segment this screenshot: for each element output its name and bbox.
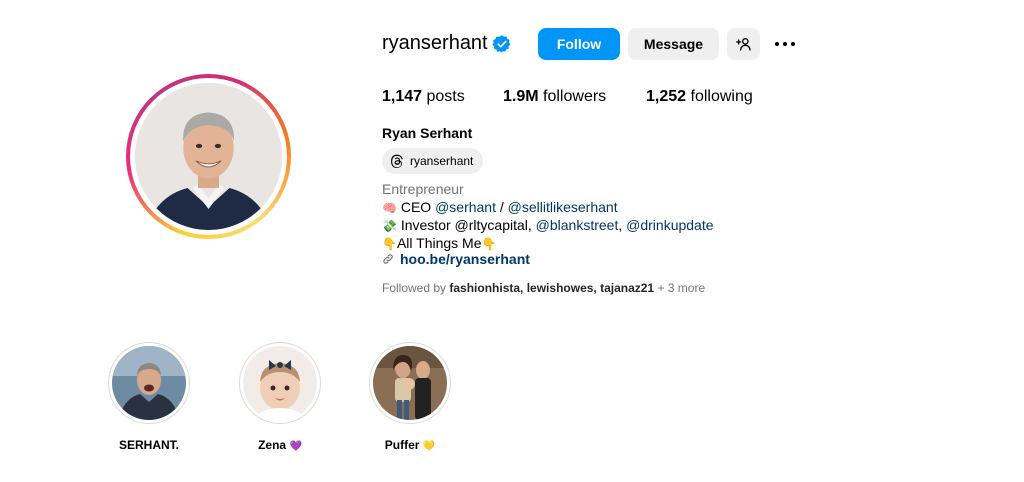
bio-line-2-text: Investor @rltycapital, xyxy=(400,217,536,233)
highlight-cover xyxy=(373,346,447,420)
bio-link-text: hoo.be/ryanserhant xyxy=(400,251,530,267)
profile-avatar-ring[interactable] xyxy=(126,74,291,239)
profile-category: Entrepreneur xyxy=(382,181,464,197)
profile-avatar-frame xyxy=(130,78,287,235)
purple-heart-emoji: 💜 xyxy=(289,441,302,452)
bio-line-3-text: All Things Me xyxy=(396,235,482,251)
brain-emoji: 🧠 xyxy=(382,201,397,215)
threads-badge-button[interactable]: ryanserhant xyxy=(382,148,484,174)
suggest-users-button[interactable] xyxy=(727,28,760,60)
mention-drinkupdate[interactable]: @drinkupdate xyxy=(626,217,713,233)
posts-number: 1,147 xyxy=(382,88,423,105)
highlight-cover xyxy=(112,346,186,420)
bio-line-1-text: CEO xyxy=(400,199,436,215)
followers-number: 1.9M xyxy=(503,88,539,105)
posts-count: 1,147 posts xyxy=(382,88,465,106)
bio-line-2: 💸 Investor @rltycapital, @blankstreet, @… xyxy=(382,216,714,235)
highlight-cover-image xyxy=(373,346,447,420)
following-label: following xyxy=(690,88,753,105)
posts-label: posts xyxy=(426,88,465,105)
followed-by-suffix: + 3 more xyxy=(654,281,706,295)
yellow-heart-emoji: 💛 xyxy=(422,441,436,452)
avatar-photo xyxy=(135,83,282,230)
message-button[interactable]: Message xyxy=(628,28,719,60)
highlight-serhant[interactable]: SERHANT. xyxy=(107,342,191,452)
link-icon xyxy=(383,254,393,264)
mention-blankstreet[interactable]: @blankstreet xyxy=(536,217,619,233)
threads-handle: ryanserhant xyxy=(410,154,474,168)
followed-by-names: fashionhista, lewishowes, tajanaz21 xyxy=(449,281,655,295)
following-number: 1,252 xyxy=(646,88,687,105)
highlight-label: Zena 💜 xyxy=(238,438,322,452)
followers-link[interactable]: 1.9M followers xyxy=(503,88,606,106)
highlight-title: SERHANT. xyxy=(118,438,179,452)
highlight-title: Puffer xyxy=(384,438,420,452)
profile-full-name: Ryan Serhant xyxy=(382,125,473,141)
follow-button[interactable]: Follow xyxy=(538,28,620,60)
profile-username: ryanserhant xyxy=(382,32,488,54)
followers-label: followers xyxy=(543,88,607,105)
bio-separator: , xyxy=(618,217,627,233)
avatar xyxy=(135,83,282,230)
mention-sellitlikeserhant[interactable]: @sellitlikeserhant xyxy=(508,199,618,215)
bio-separator: / xyxy=(496,199,508,215)
verified-badge-icon xyxy=(492,35,511,53)
more-options-icon[interactable] xyxy=(772,34,798,54)
mention-serhant[interactable]: @serhant xyxy=(435,199,496,215)
followed-by-text[interactable]: Followed by fashionhista, lewishowes, ta… xyxy=(382,281,705,295)
highlight-ring xyxy=(369,342,451,424)
money-emoji: 💸 xyxy=(382,219,397,233)
following-link[interactable]: 1,252 following xyxy=(646,88,753,106)
highlight-label: Puffer 💛 xyxy=(368,438,452,452)
bio-external-link[interactable]: hoo.be/ryanserhant xyxy=(382,251,530,267)
threads-icon xyxy=(391,154,403,168)
bio-line-1: 🧠 CEO @serhant / @sellitlikeserhant xyxy=(382,198,618,217)
add-user-icon xyxy=(735,38,751,51)
highlight-title: Zena xyxy=(258,438,287,452)
highlight-cover-image xyxy=(243,346,317,420)
highlight-puffer[interactable]: Puffer 💛 xyxy=(368,342,452,452)
highlight-cover-image xyxy=(112,346,186,420)
highlight-cover xyxy=(243,346,317,420)
followed-by-prefix: Followed by xyxy=(382,281,450,295)
highlight-ring xyxy=(108,342,190,424)
highlight-ring xyxy=(239,342,321,424)
highlight-label: SERHANT. xyxy=(107,438,191,452)
highlight-zena[interactable]: Zena 💜 xyxy=(238,342,322,452)
